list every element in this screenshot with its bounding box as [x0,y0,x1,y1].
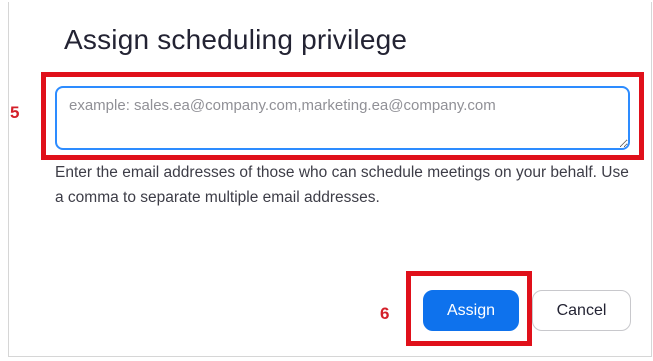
helper-text: Enter the email addresses of those who c… [55,164,629,206]
email-addresses-input[interactable] [55,86,630,150]
cancel-button[interactable]: Cancel [532,290,631,331]
screenshot-stage: Assign scheduling privilege Enter the em… [0,0,653,361]
assign-button[interactable]: Assign [423,290,519,331]
annotation-step-5: 5 [10,103,20,122]
annotation-step-6: 6 [380,304,390,323]
dialog-title: Assign scheduling privilege [64,24,408,55]
